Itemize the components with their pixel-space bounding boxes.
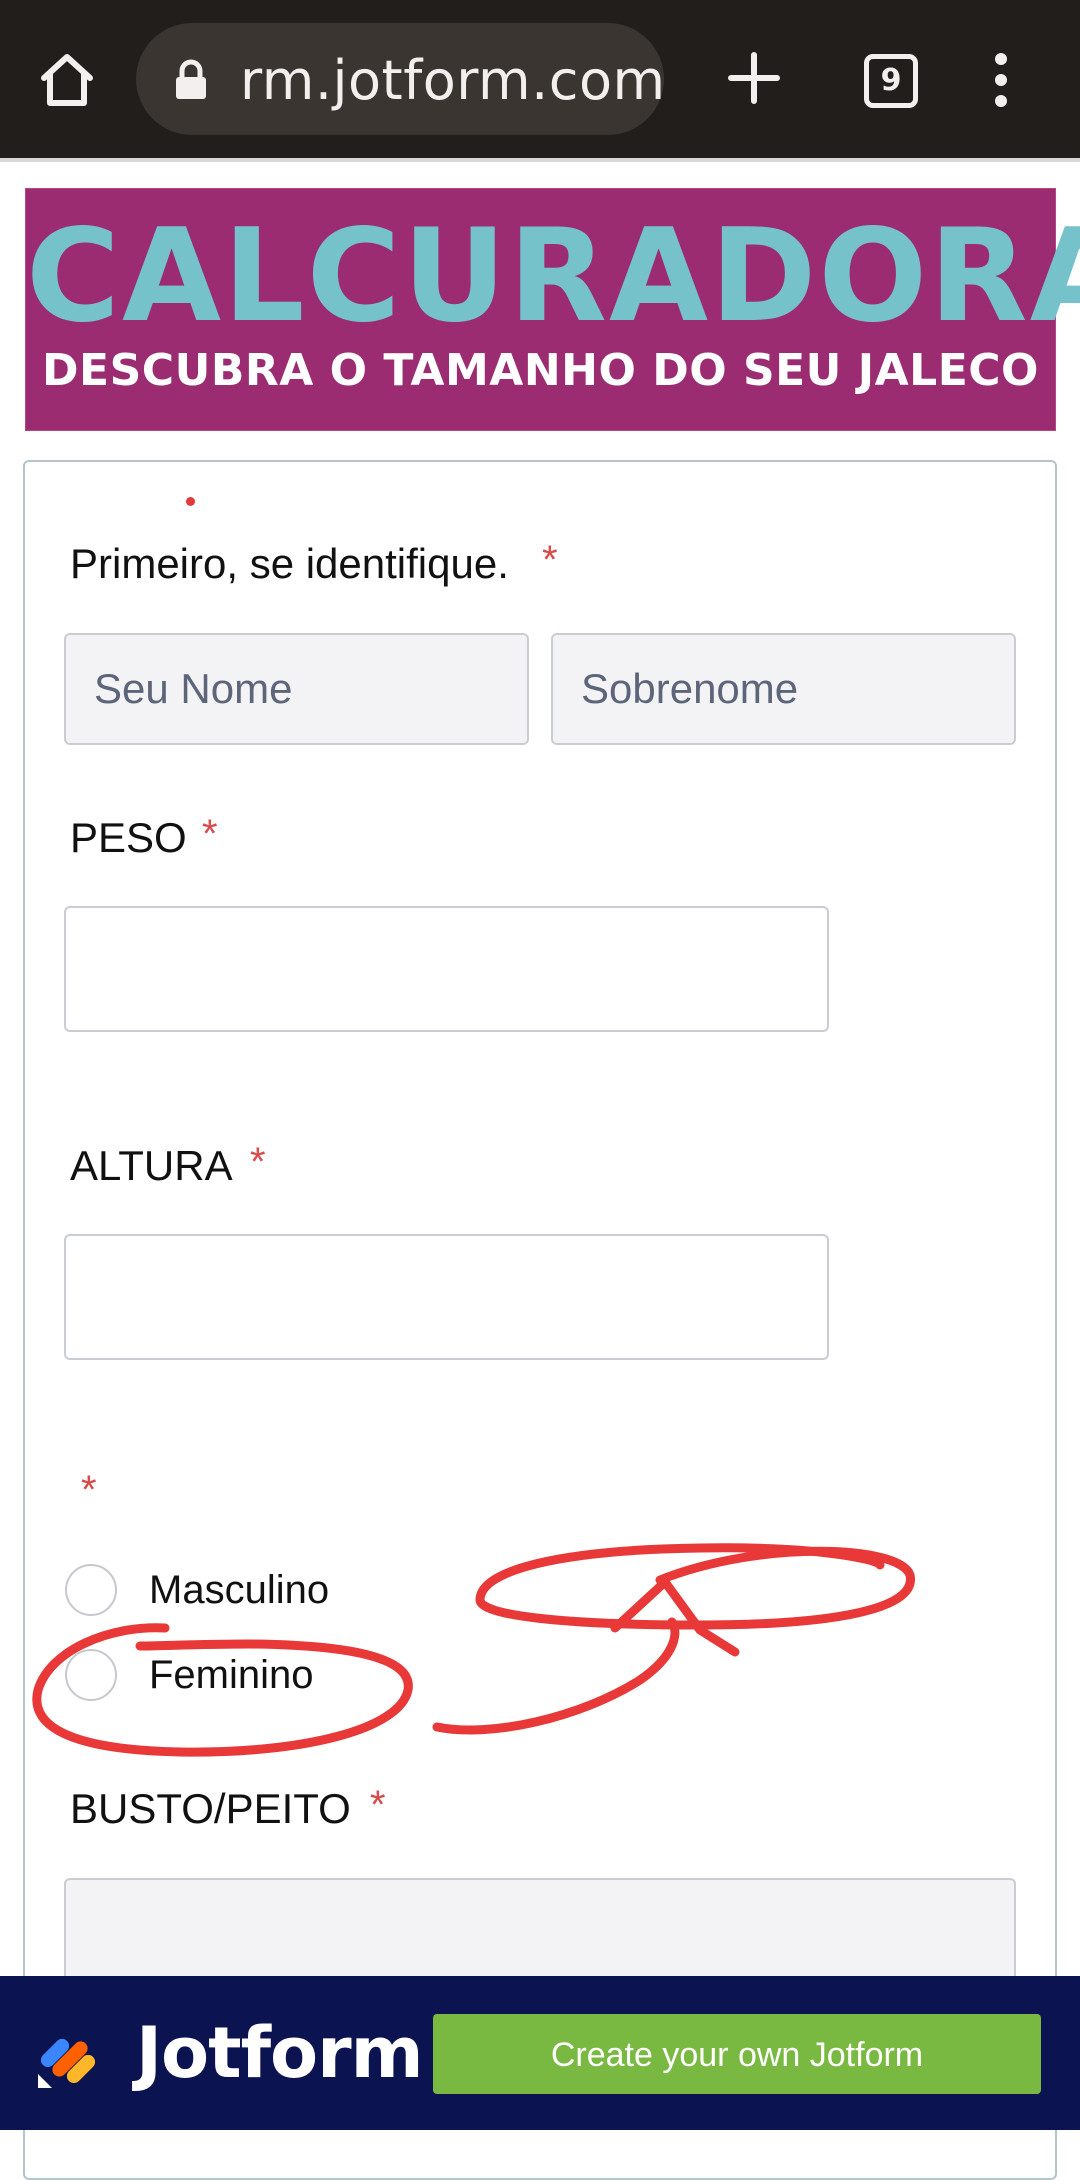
weight-label: PESO: [70, 814, 187, 861]
new-tab-icon[interactable]: [728, 52, 780, 104]
header-banner: CALCURADORA DESCUBRA O TAMANHO DO SEU JA…: [25, 188, 1080, 431]
create-jotform-button[interactable]: Create your own Jotform: [433, 2014, 1041, 2094]
banner-subtitle: DESCUBRA O TAMANHO DO SEU JALECO: [42, 345, 1039, 396]
required-mark: *: [370, 1783, 386, 1827]
name-label: Primeiro, se identifique.: [70, 540, 509, 587]
radio-masculino[interactable]: [65, 1564, 117, 1616]
first-name-input[interactable]: [64, 633, 529, 745]
height-input[interactable]: [64, 1234, 829, 1360]
radio-label-feminino[interactable]: Feminino: [149, 1653, 314, 1698]
radio-label-masculino[interactable]: Masculino: [149, 1568, 329, 1613]
bust-label: BUSTO/PEITO: [70, 1785, 351, 1832]
banner-title: CALCURADORA: [26, 202, 1080, 351]
required-mark: *: [202, 812, 218, 856]
url-text: rm.jotform.com: [240, 49, 666, 112]
jotform-brand: Jotform: [136, 2012, 424, 2094]
jotform-logo-icon: [38, 2038, 96, 2088]
required-mark: *: [81, 1468, 97, 1512]
tabs-icon[interactable]: 9: [864, 54, 918, 108]
height-label: ALTURA: [70, 1142, 233, 1189]
jotform-footer-bar: Jotform Create your own Jotform: [0, 1976, 1080, 2130]
more-vert-icon[interactable]: [990, 52, 1012, 108]
weight-input[interactable]: [64, 906, 829, 1032]
browser-toolbar: rm.jotform.com 9: [0, 0, 1080, 158]
annotation-dot: [186, 497, 195, 506]
last-name-input[interactable]: [551, 633, 1016, 745]
home-icon[interactable]: [38, 52, 96, 108]
radio-feminino[interactable]: [65, 1649, 117, 1701]
address-bar[interactable]: rm.jotform.com: [136, 23, 666, 135]
required-mark: *: [250, 1140, 266, 1184]
required-mark: *: [542, 538, 558, 582]
lock-icon: [176, 59, 206, 99]
toolbar-divider: [0, 158, 1080, 162]
